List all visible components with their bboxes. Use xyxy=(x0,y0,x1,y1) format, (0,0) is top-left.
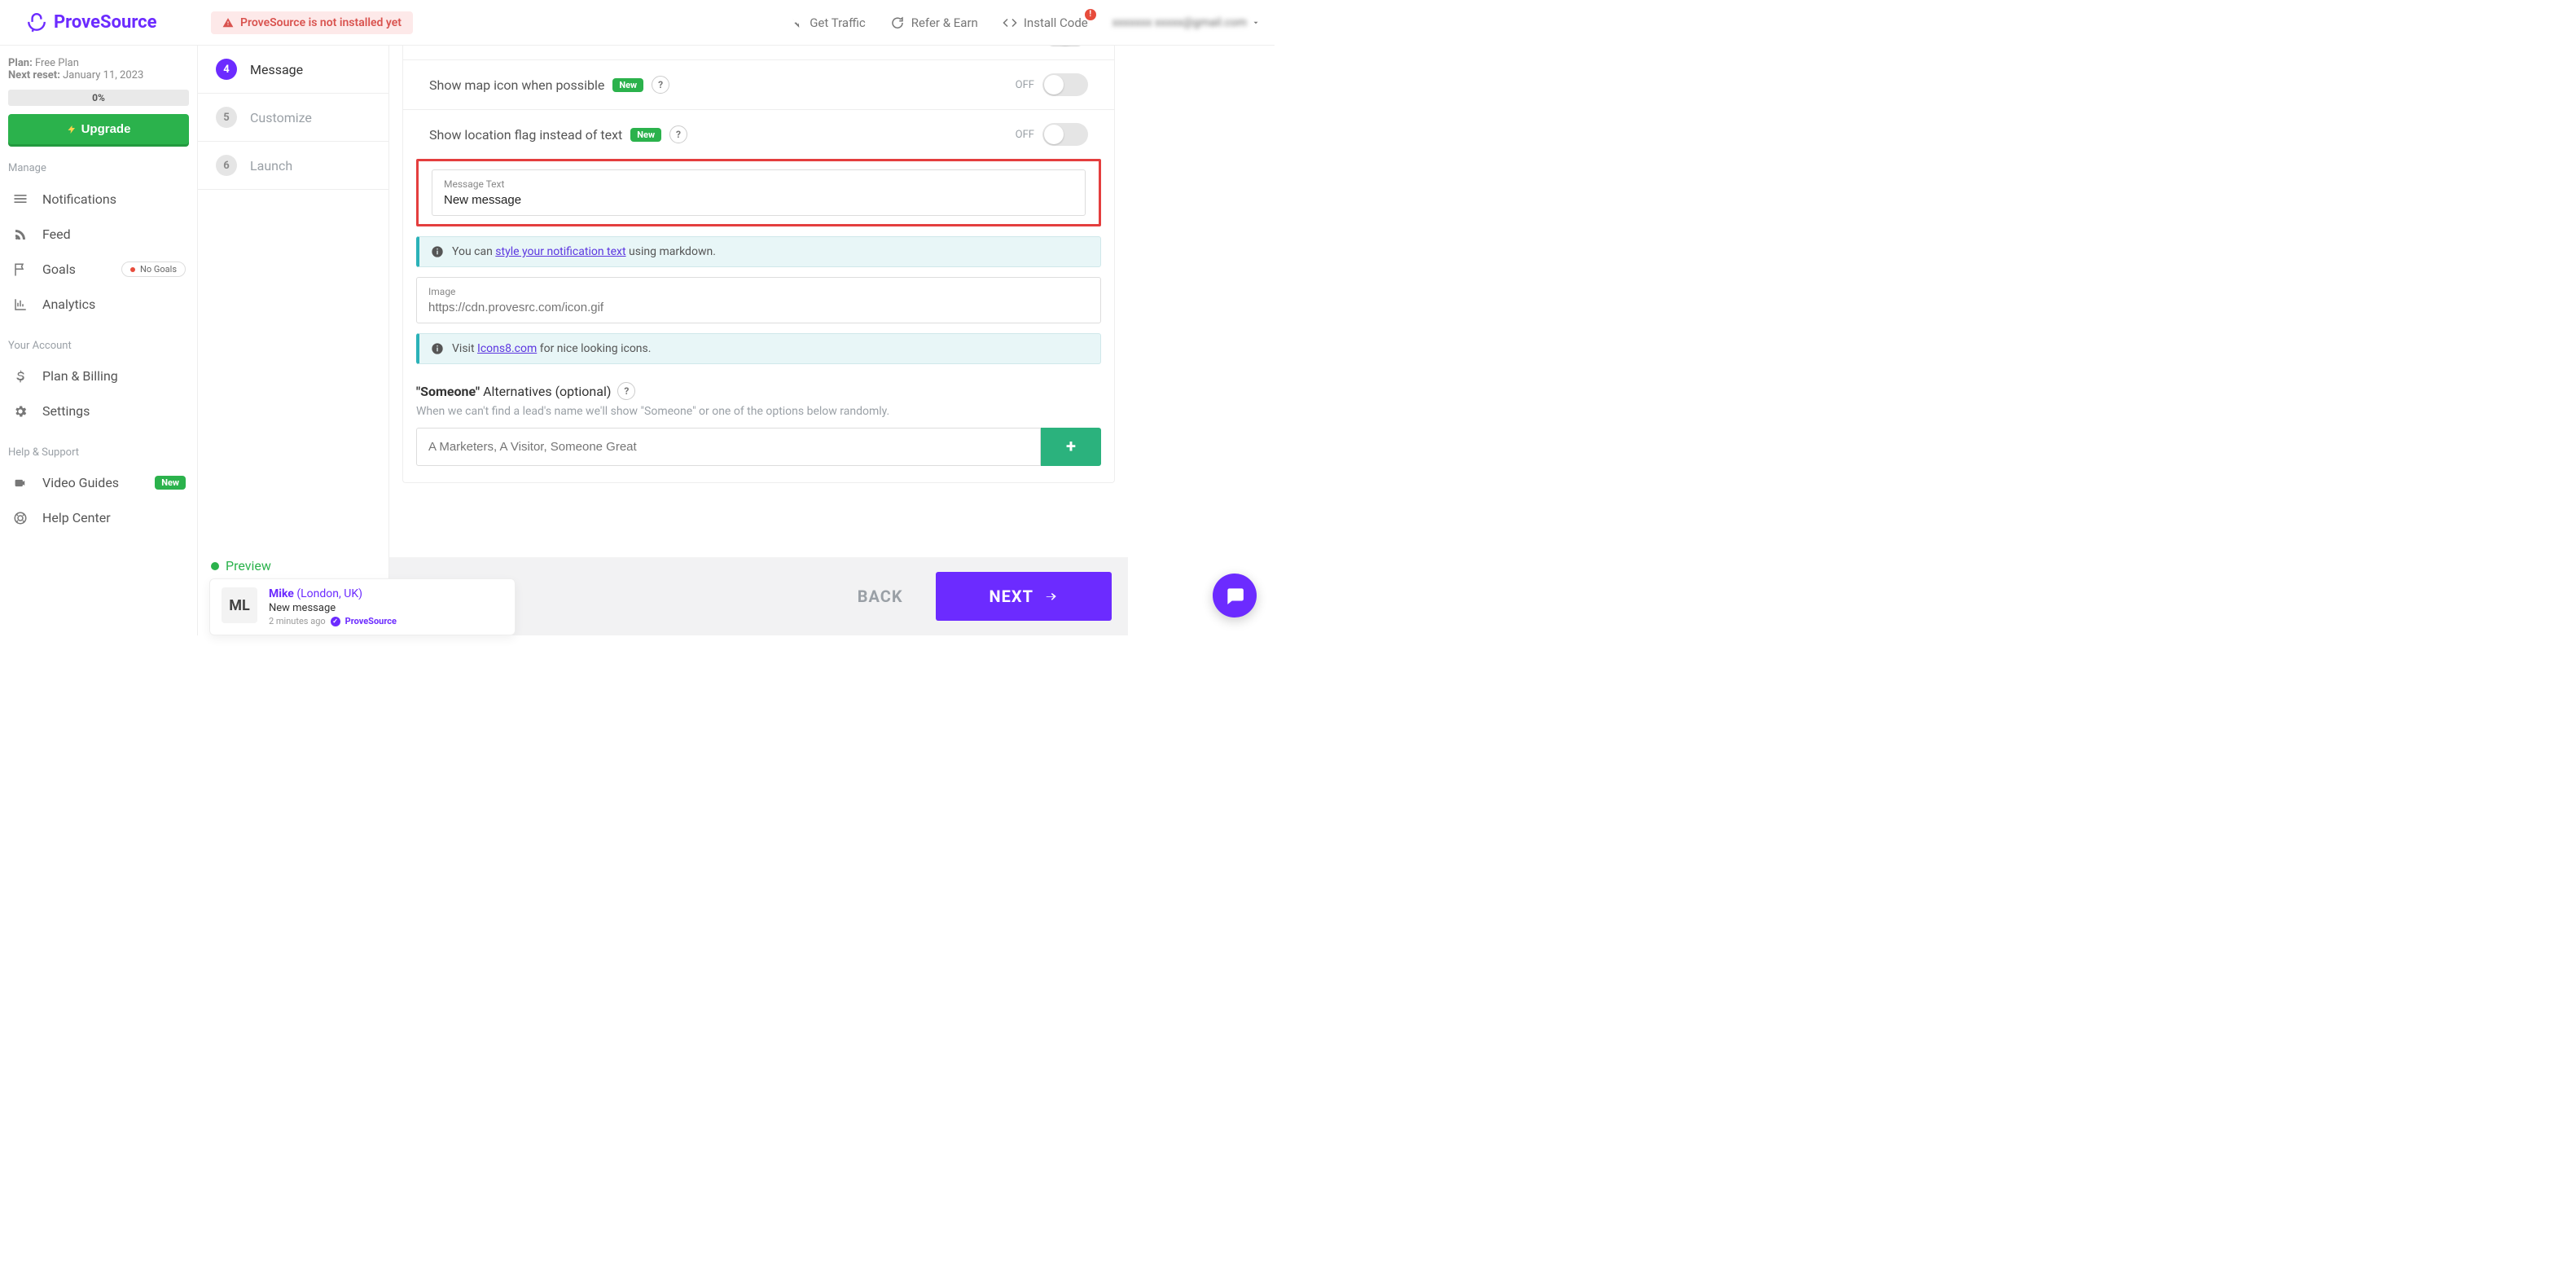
sidebar-item-analytics[interactable]: Analytics xyxy=(8,287,189,322)
message-text-input[interactable] xyxy=(444,193,1073,207)
new-badge: New xyxy=(155,476,186,490)
get-traffic-link[interactable]: Get Traffic xyxy=(790,15,866,30)
arrow-right-icon xyxy=(1043,589,1058,604)
preview-time: 2 minutes ago xyxy=(269,616,326,626)
help-icon[interactable]: ? xyxy=(652,76,669,94)
sidebar-item-feed[interactable]: Feed xyxy=(8,217,189,252)
alternatives-title: "Someone" Alternatives (optional) ? xyxy=(416,382,1101,400)
brand-logo[interactable]: ProveSource xyxy=(26,12,157,33)
preview-label: Preview xyxy=(206,553,516,578)
bolt-icon xyxy=(67,124,77,135)
plan-value: Free Plan xyxy=(35,57,79,69)
sidebar-item-notifications[interactable]: Notifications xyxy=(8,181,189,217)
plan-label: Plan: xyxy=(8,57,33,69)
image-label: Image xyxy=(428,286,1089,297)
gear-icon xyxy=(11,404,29,419)
step-launch[interactable]: 6 Launch xyxy=(198,142,388,190)
map-toggle[interactable] xyxy=(1042,73,1088,96)
refer-earn-link[interactable]: Refer & Earn xyxy=(890,15,978,30)
flag-toggle[interactable] xyxy=(1042,123,1088,146)
next-button[interactable]: NEXT xyxy=(936,572,1112,621)
sidebar-item-help-center[interactable]: Help Center xyxy=(8,500,189,535)
message-text-highlight: Message Text xyxy=(416,159,1101,226)
back-button[interactable]: BACK xyxy=(858,587,903,606)
image-field[interactable]: Image xyxy=(416,277,1101,323)
map-icon-label: Show map icon when possible xyxy=(429,77,604,93)
install-code-link[interactable]: Install Code ! xyxy=(1003,15,1088,30)
alternatives-subtext: When we can't find a lead's name we'll s… xyxy=(416,405,1101,418)
install-warning-text: ProveSource is not installed yet xyxy=(240,16,402,29)
help-icon[interactable]: ? xyxy=(617,382,635,400)
style-text-link[interactable]: style your notification text xyxy=(495,245,625,258)
rss-icon xyxy=(11,227,29,242)
markdown-hint: You can style your notification text usi… xyxy=(416,236,1101,267)
flag-label: Show location flag instead of text xyxy=(429,127,622,143)
preview-location: (London, UK) xyxy=(294,587,362,600)
info-icon xyxy=(431,245,444,258)
icons8-link[interactable]: Icons8.com xyxy=(477,342,537,355)
sidebar-item-guides[interactable]: Video Guides New xyxy=(8,465,189,500)
help-icon[interactable]: ? xyxy=(669,125,687,143)
usage-bar: 0% xyxy=(8,90,189,106)
menu-icon xyxy=(11,191,29,207)
reset-label: Next reset: xyxy=(8,69,60,81)
upgrade-button[interactable]: Upgrade xyxy=(8,114,189,144)
help-section-title: Help & Support xyxy=(8,446,189,459)
chart-icon xyxy=(11,297,29,312)
user-menu[interactable]: xxxxxxx xxxxx@gmail.com xyxy=(1112,16,1260,29)
chat-widget-button[interactable] xyxy=(1213,574,1257,618)
video-icon xyxy=(11,477,29,489)
lifebuoy-icon xyxy=(11,511,29,525)
image-input[interactable] xyxy=(428,301,1089,314)
step-message[interactable]: 4 Message xyxy=(198,46,388,94)
preview-message: New message xyxy=(269,602,397,614)
map-off-label: OFF xyxy=(1016,79,1034,91)
preview-card: ML Mike (London, UK) New message 2 minut… xyxy=(209,578,516,635)
sidebar-item-billing[interactable]: Plan & Billing xyxy=(8,358,189,393)
sidebar-item-goals[interactable]: Goals No Goals xyxy=(8,252,189,287)
step-customize[interactable]: 5 Customize xyxy=(198,94,388,142)
verified-icon: ✓ xyxy=(331,617,340,626)
preview-brand: ProveSource xyxy=(345,616,397,626)
new-badge: New xyxy=(630,128,661,142)
account-section-title: Your Account xyxy=(8,340,189,352)
chat-icon xyxy=(1224,585,1245,606)
install-warning[interactable]: ProveSource is not installed yet xyxy=(211,11,413,34)
message-text-field[interactable]: Message Text xyxy=(432,169,1086,216)
status-dot-icon xyxy=(211,562,219,570)
message-text-label: Message Text xyxy=(444,178,1073,190)
install-alert-icon: ! xyxy=(1085,9,1096,20)
sidebar-item-settings[interactable]: Settings xyxy=(8,393,189,429)
info-icon xyxy=(431,342,444,355)
manage-section-title: Manage xyxy=(8,162,189,174)
user-email: xxxxxxx xxxxx@gmail.com xyxy=(1112,16,1247,29)
brand-text: ProveSource xyxy=(54,12,157,33)
icons8-hint: Visit Icons8.com for nice looking icons. xyxy=(416,333,1101,364)
flag-icon xyxy=(11,262,29,277)
alternatives-input[interactable] xyxy=(416,428,1041,466)
no-goals-pill: No Goals xyxy=(121,262,186,277)
dollar-icon xyxy=(11,369,29,384)
chevron-down-icon xyxy=(1252,19,1260,27)
new-badge: New xyxy=(612,78,643,92)
preview-name: Mike xyxy=(269,587,294,600)
flag-off-label: OFF xyxy=(1016,129,1034,141)
reset-value: January 11, 2023 xyxy=(63,69,143,81)
add-alternative-button[interactable]: + xyxy=(1041,428,1101,466)
preview-avatar: ML xyxy=(222,587,257,623)
